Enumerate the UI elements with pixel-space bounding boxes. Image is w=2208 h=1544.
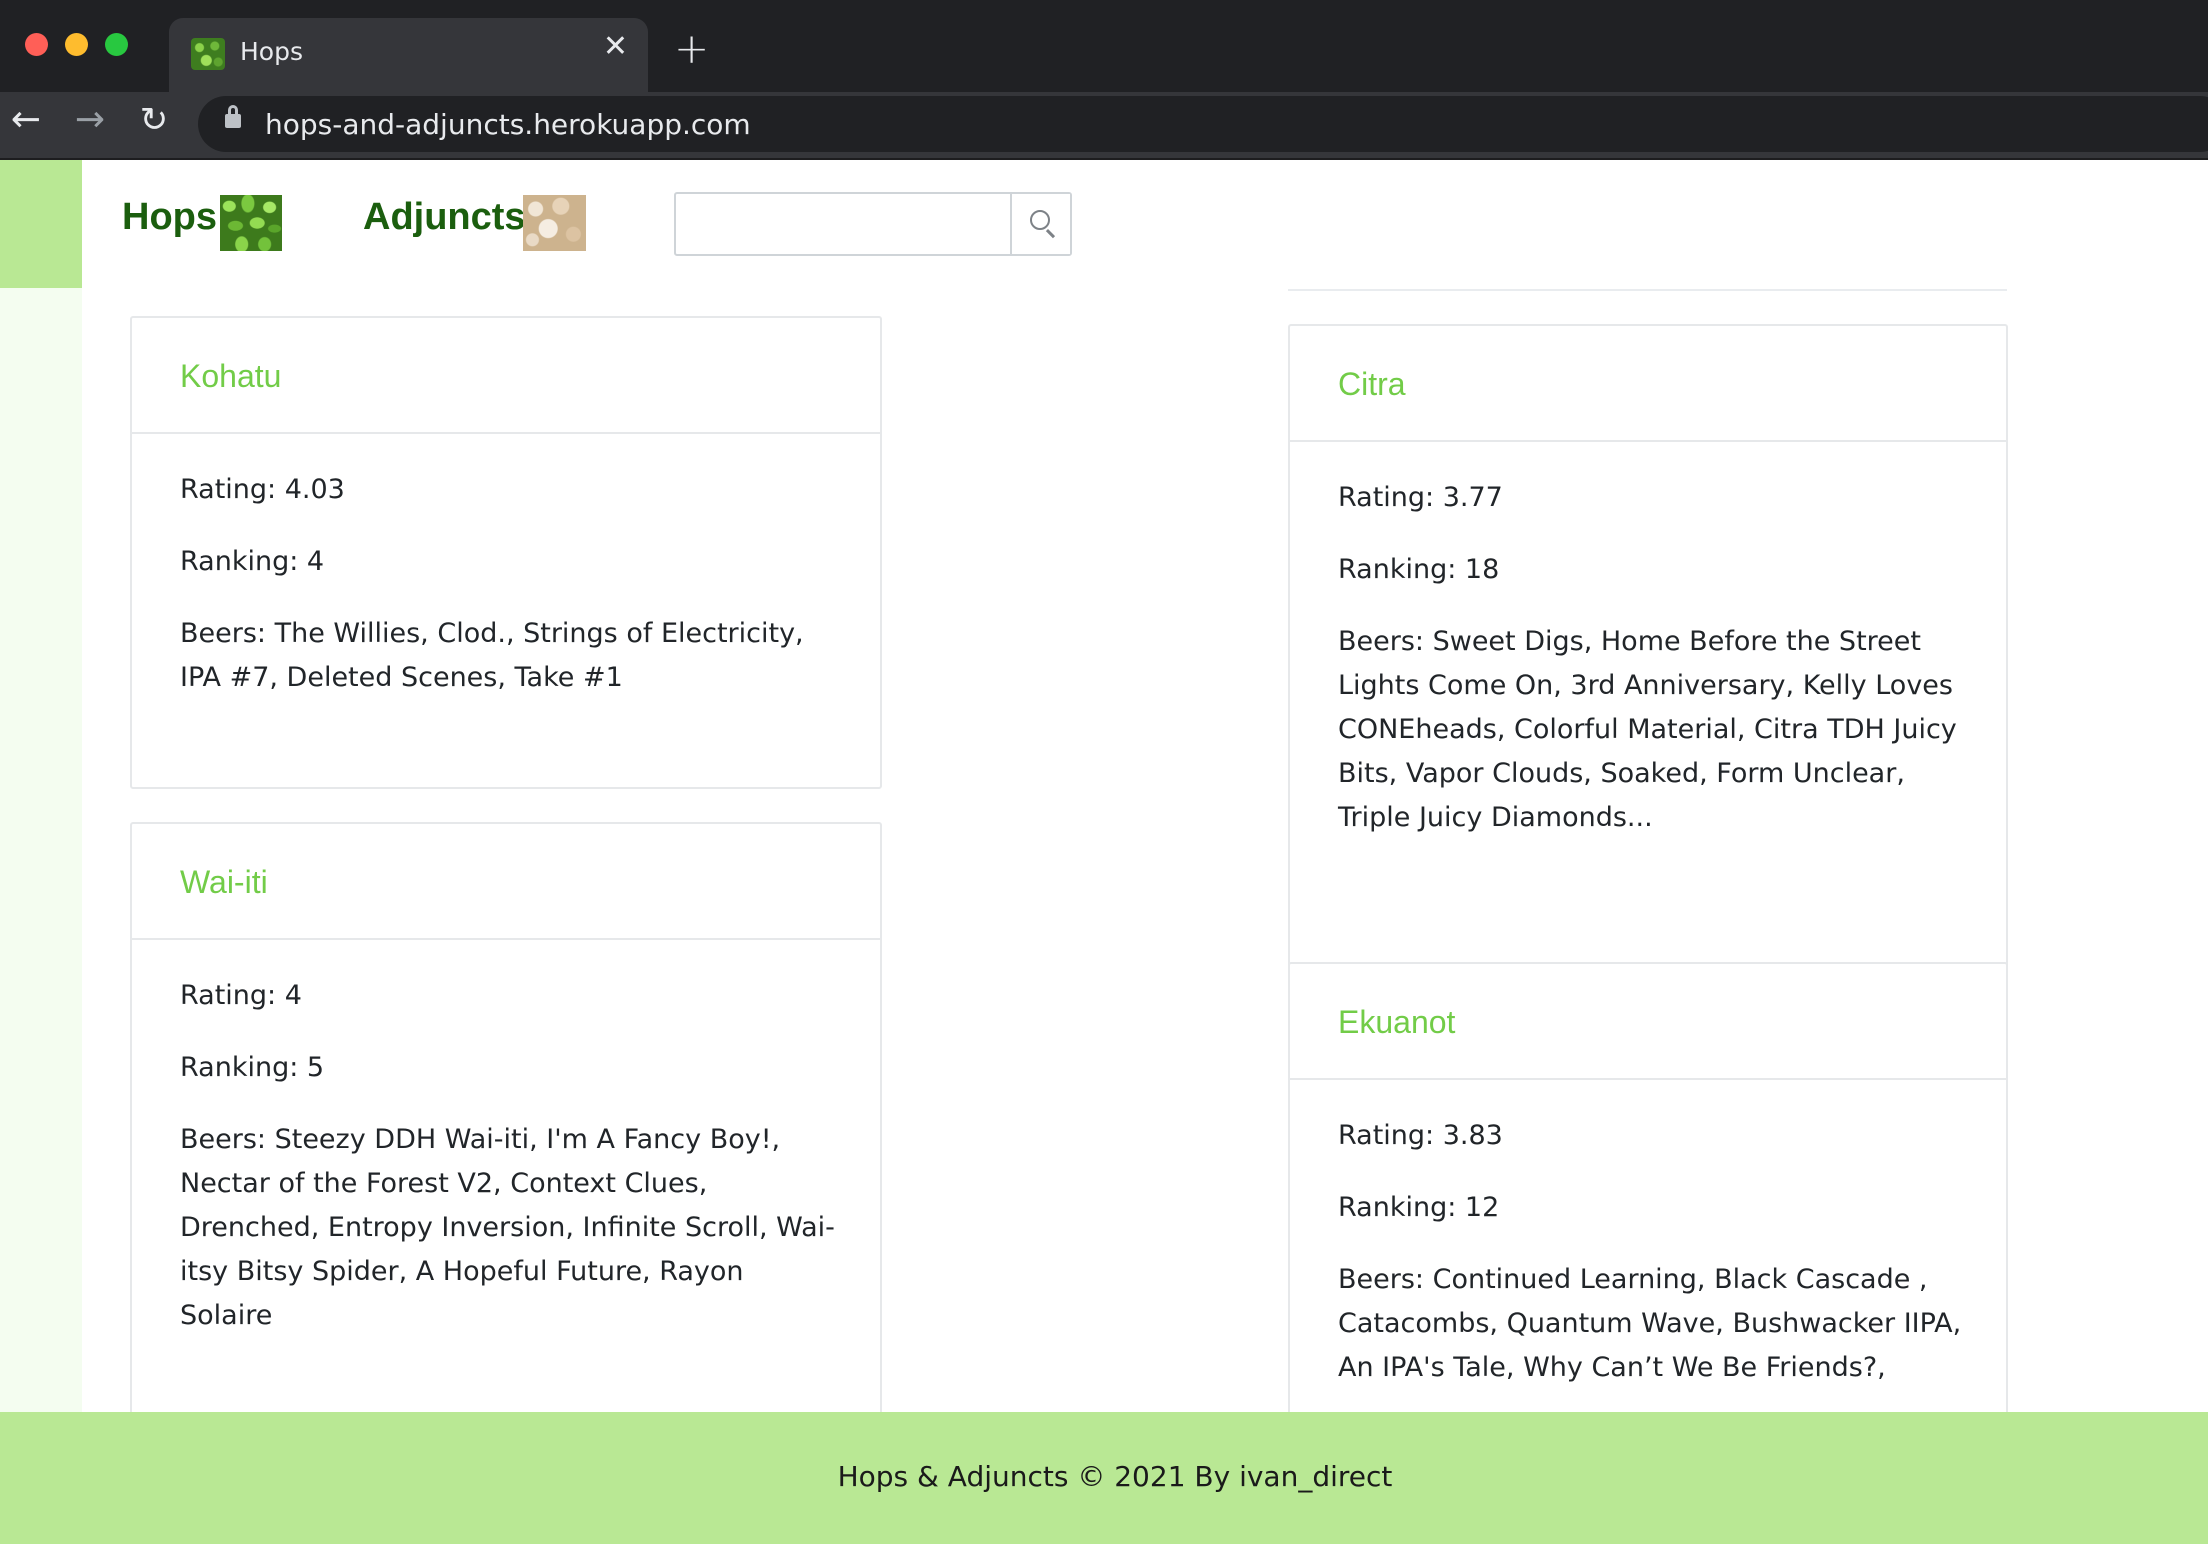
- card-body: Rating: 3.77 Ranking: 18 Beers: Sweet Di…: [1338, 476, 1966, 868]
- tab-close-icon[interactable]: ✕: [603, 32, 628, 62]
- card-body: Rating: 4 Ranking: 5 Beers: Steezy DDH W…: [180, 974, 840, 1366]
- hop-beers: Beers: Steezy DDH Wai-iti, I'm A Fancy B…: [180, 1124, 835, 1331]
- hop-name-link[interactable]: Citra: [1338, 366, 1406, 403]
- browser-tab[interactable]: Hops ✕: [169, 18, 648, 92]
- minimize-window-button[interactable]: [65, 33, 88, 56]
- hop-rating: Rating: 4.03: [180, 474, 345, 505]
- card-header: Kohatu: [132, 318, 880, 434]
- page: Hops Adjuncts Kohatu Rating: 4.03 Rankin…: [0, 160, 2208, 1544]
- card-header: Ekuanot: [1290, 964, 2006, 1080]
- hop-beers: Beers: Sweet Digs, Home Before the Stree…: [1338, 626, 1957, 833]
- back-arrow-icon[interactable]: ←: [6, 100, 46, 140]
- left-strip-accent: [0, 160, 82, 288]
- page-footer: Hops & Adjuncts © 2021 By ivan_direct: [0, 1412, 2208, 1544]
- hop-name-link[interactable]: Kohatu: [180, 358, 281, 395]
- hops-favicon-icon: [191, 38, 225, 70]
- search-input[interactable]: [676, 194, 1010, 254]
- new-tab-button[interactable]: +: [674, 28, 709, 70]
- hop-ranking: Ranking: 12: [1338, 1192, 1500, 1223]
- hops-image-icon[interactable]: [220, 195, 282, 251]
- card-header: Citra: [1290, 326, 2006, 442]
- card-body: Rating: 3.83 Ranking: 12 Beers: Continue…: [1338, 1114, 1966, 1418]
- url-text[interactable]: hops-and-adjuncts.herokuapp.com: [265, 108, 751, 141]
- search-form: [674, 192, 1072, 256]
- hop-name-link[interactable]: Ekuanot: [1338, 1004, 1455, 1041]
- hop-ranking: Ranking: 18: [1338, 554, 1500, 585]
- search-icon: [1030, 210, 1050, 230]
- search-button[interactable]: [1010, 194, 1070, 254]
- address-bar[interactable]: hops-and-adjuncts.herokuapp.com: [198, 96, 2208, 152]
- left-side-strip: [0, 160, 82, 1412]
- nav-adjuncts-link[interactable]: Adjuncts: [363, 196, 526, 239]
- hop-ranking: Ranking: 5: [180, 1052, 325, 1083]
- tab-title: Hops: [240, 37, 303, 66]
- hop-beers: Beers: Continued Learning, Black Cascade…: [1338, 1264, 1962, 1383]
- card-body: Rating: 4.03 Ranking: 4 Beers: The Willi…: [180, 468, 840, 728]
- hop-ranking: Ranking: 4: [180, 546, 325, 577]
- hop-rating: Rating: 4: [180, 980, 302, 1011]
- browser-titlebar: Hops ✕ +: [0, 0, 2208, 92]
- footer-copyright: Hops & Adjuncts © 2021 By ivan_direct: [837, 1460, 1393, 1493]
- close-window-button[interactable]: [25, 33, 48, 56]
- adjuncts-image-icon[interactable]: [523, 195, 586, 251]
- nav-hops-link[interactable]: Hops: [122, 196, 217, 239]
- hop-beers: Beers: The Willies, Clod., Strings of El…: [180, 618, 804, 693]
- maximize-window-button[interactable]: [105, 33, 128, 56]
- browser-toolbar: ← → ↻ hops-and-adjuncts.herokuapp.com: [0, 92, 2208, 160]
- hop-rating: Rating: 3.83: [1338, 1120, 1503, 1151]
- forward-arrow-icon[interactable]: →: [70, 100, 110, 140]
- divider: [1288, 289, 2007, 291]
- hop-rating: Rating: 3.77: [1338, 482, 1503, 513]
- card-header: Wai-iti: [132, 824, 880, 940]
- reload-icon[interactable]: ↻: [134, 100, 174, 140]
- lock-icon[interactable]: [225, 105, 241, 128]
- hop-name-link[interactable]: Wai-iti: [180, 864, 268, 901]
- hop-card: Kohatu Rating: 4.03 Ranking: 4 Beers: Th…: [130, 316, 882, 789]
